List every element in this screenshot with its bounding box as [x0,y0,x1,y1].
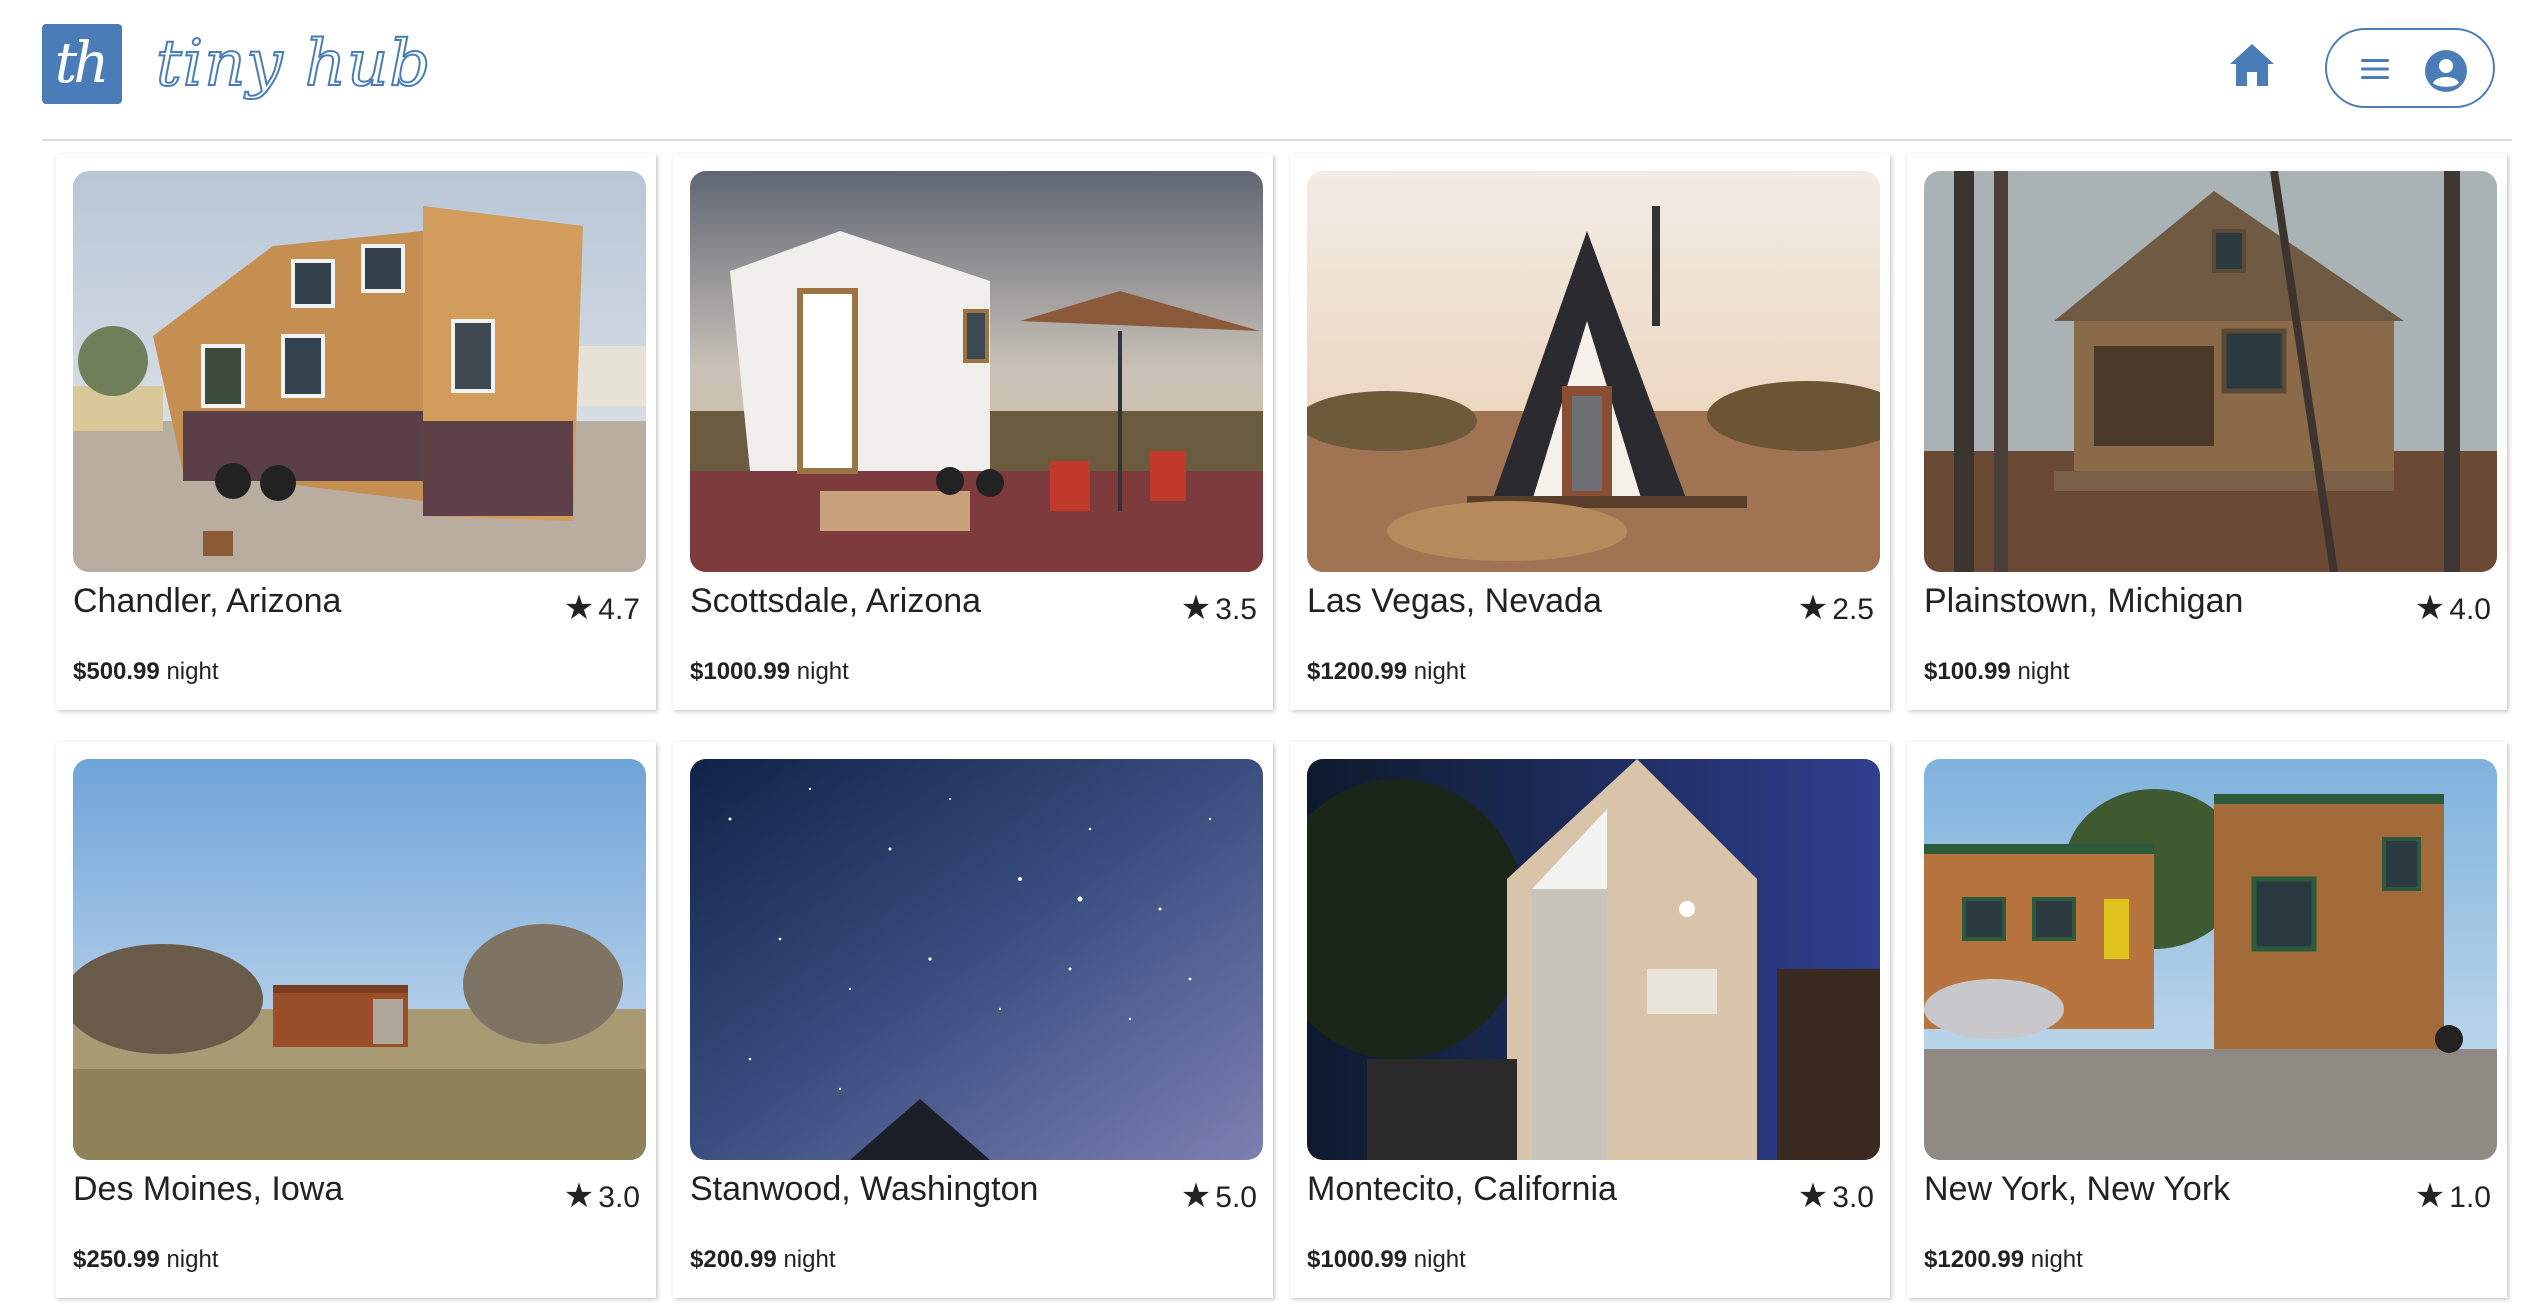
listing-card[interactable]: New York, New York ★ 1.0 $1200.99 night [1907,742,2507,1298]
listing-card[interactable]: Montecito, California ★ 3.0 $1000.99 nigh… [1290,742,1890,1298]
listing-card[interactable]: Stanwood, Washington ★ 5.0 $200.99 night [673,742,1273,1298]
listing-rating: ★ 3.0 [563,1177,640,1215]
listing-photo[interactable] [73,171,646,572]
star-icon: ★ [1797,1177,1829,1215]
listing-price: $500.99 night [73,658,219,685]
listing-city: New York, New York [1924,1170,2231,1208]
star-icon: ★ [1180,589,1212,627]
listing-price: $1000.99 night [690,658,849,685]
listing-price: $100.99 night [1924,658,2070,685]
hamburger-icon [2361,59,2389,79]
listing-price: $1000.99 night [1307,1246,1466,1273]
listing-price: $200.99 night [690,1246,836,1273]
listing-city: Scottsdale, Arizona [690,582,982,620]
listing-rating: ★ 3.5 [1180,589,1257,627]
user-menu-button[interactable] [2325,28,2495,108]
star-icon: ★ [563,589,595,627]
star-icon: ★ [1180,1177,1212,1215]
logo-wordmark[interactable]: tiny hub [155,22,431,112]
logo-mark[interactable]: th [42,24,122,104]
listing-card[interactable]: Scottsdale, Arizona ★ 3.5 $1000.99 night [673,154,1273,710]
listing-photo[interactable] [690,759,1263,1160]
star-icon: ★ [563,1177,595,1215]
home-icon [2230,44,2274,86]
listing-city: Plainstown, Michigan [1924,582,2244,620]
star-icon: ★ [2414,1177,2446,1215]
listing-photo[interactable] [1307,759,1880,1160]
listing-price: $1200.99 night [1307,658,1466,685]
listing-rating: ★ 1.0 [2414,1177,2491,1215]
home-button[interactable] [2226,40,2278,90]
top-nav: th tiny hub [42,0,2512,141]
listing-price: $1200.99 night [1924,1246,2083,1273]
listing-rating: ★ 3.0 [1797,1177,1874,1215]
listing-city: Las Vegas, Nevada [1307,582,1602,620]
listing-card[interactable]: Des Moines, Iowa ★ 3.0 $250.99 night [56,742,656,1298]
listing-photo[interactable] [690,171,1263,572]
listing-card[interactable]: Plainstown, Michigan ★ 4.0 $100.99 night [1907,154,2507,710]
listing-photo[interactable] [1307,171,1880,572]
listing-price: $250.99 night [73,1246,219,1273]
star-icon: ★ [1797,589,1829,627]
listing-city: Stanwood, Washington [690,1170,1039,1208]
listing-photo[interactable] [73,759,646,1160]
listing-rating: ★ 4.7 [563,589,640,627]
listing-city: Montecito, California [1307,1170,1617,1208]
listing-card[interactable]: Las Vegas, Nevada ★ 2.5 $1200.99 night [1290,154,1890,710]
listing-photo[interactable] [1924,171,2497,572]
listing-rating: ★ 5.0 [1180,1177,1257,1215]
listing-rating: ★ 4.0 [2414,589,2491,627]
listing-photo[interactable] [1924,759,2497,1160]
star-icon: ★ [2414,589,2446,627]
user-circle-icon [2425,50,2467,92]
listing-card[interactable]: Chandler, Arizona ★ 4.7 $500.99 night [56,154,656,710]
listing-city: Des Moines, Iowa [73,1170,344,1208]
listing-rating: ★ 2.5 [1797,589,1874,627]
listing-city: Chandler, Arizona [73,582,342,620]
